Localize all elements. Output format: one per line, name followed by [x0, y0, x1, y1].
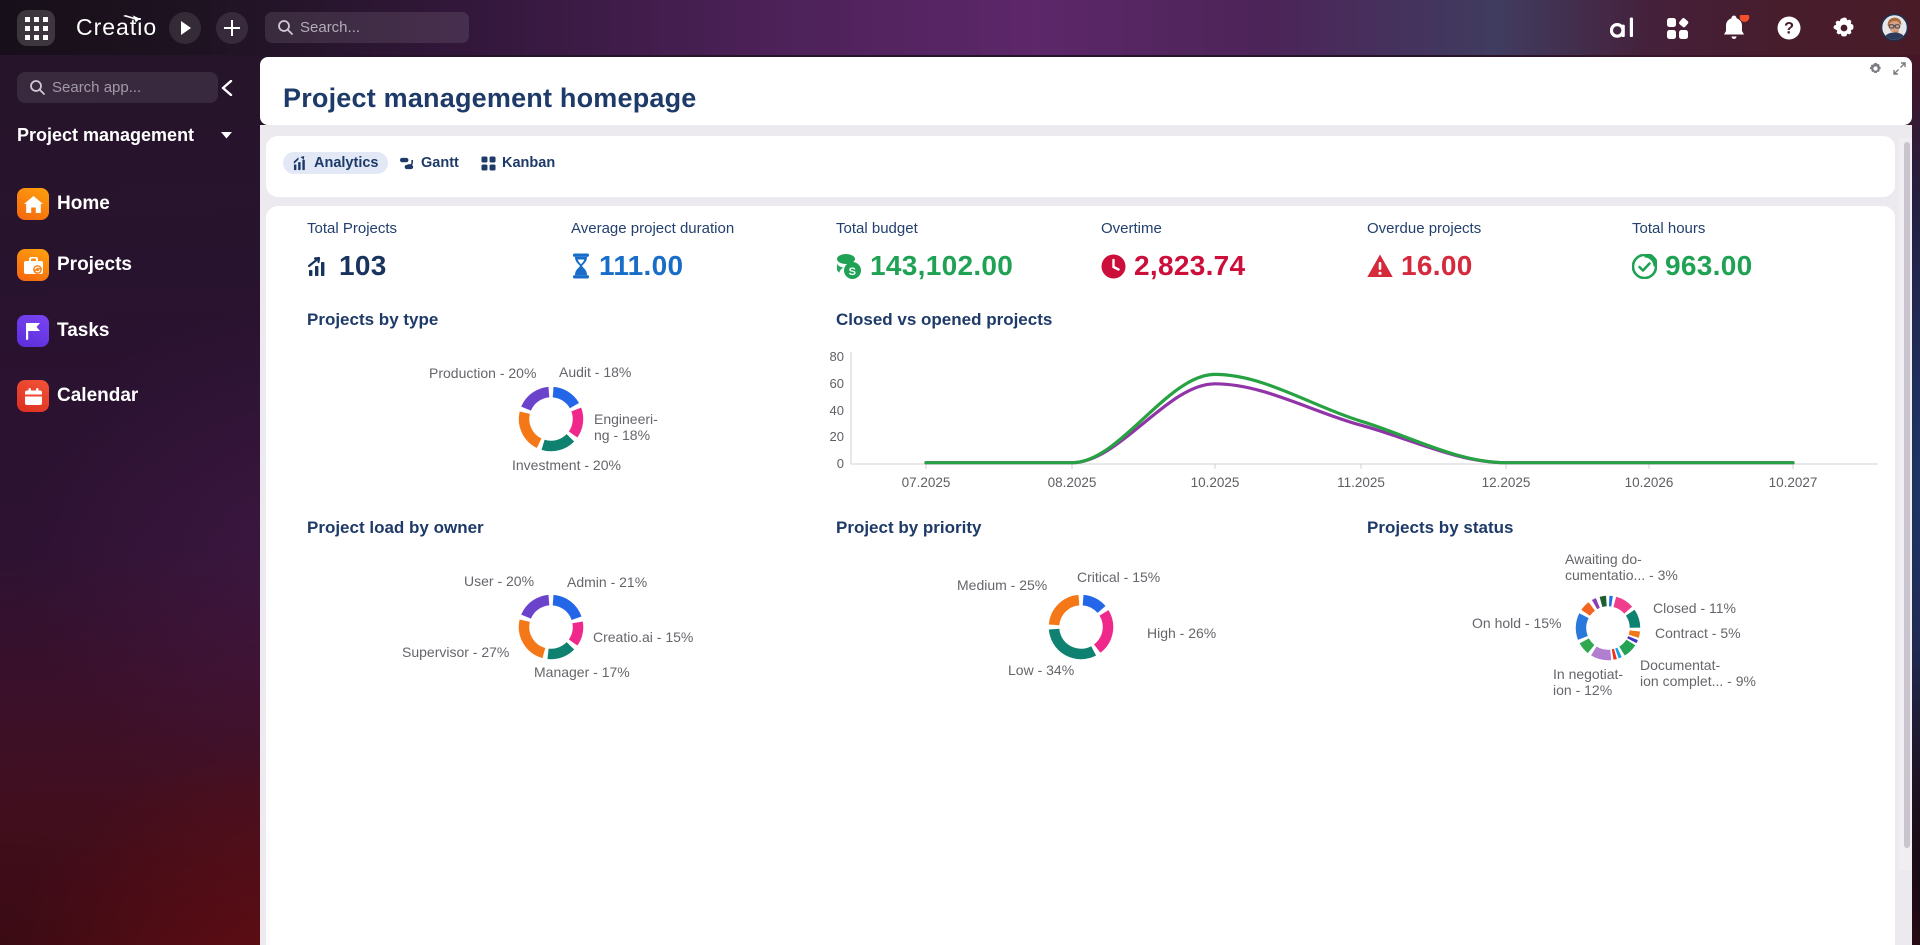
svg-text:40: 40 — [830, 403, 844, 418]
svg-text:60: 60 — [830, 376, 844, 391]
svg-text:10.2025: 10.2025 — [1191, 475, 1240, 490]
svg-text:10.2027: 10.2027 — [1769, 475, 1818, 490]
svg-text:0: 0 — [837, 456, 844, 471]
svg-text:11.2025: 11.2025 — [1337, 475, 1385, 490]
svg-text:08.2025: 08.2025 — [1048, 475, 1097, 490]
svg-text:80: 80 — [830, 349, 844, 364]
svg-text:07.2025: 07.2025 — [902, 475, 951, 490]
svg-text:20: 20 — [830, 429, 844, 444]
svg-text:12.2025: 12.2025 — [1482, 475, 1531, 490]
svg-text:10.2026: 10.2026 — [1625, 475, 1674, 490]
